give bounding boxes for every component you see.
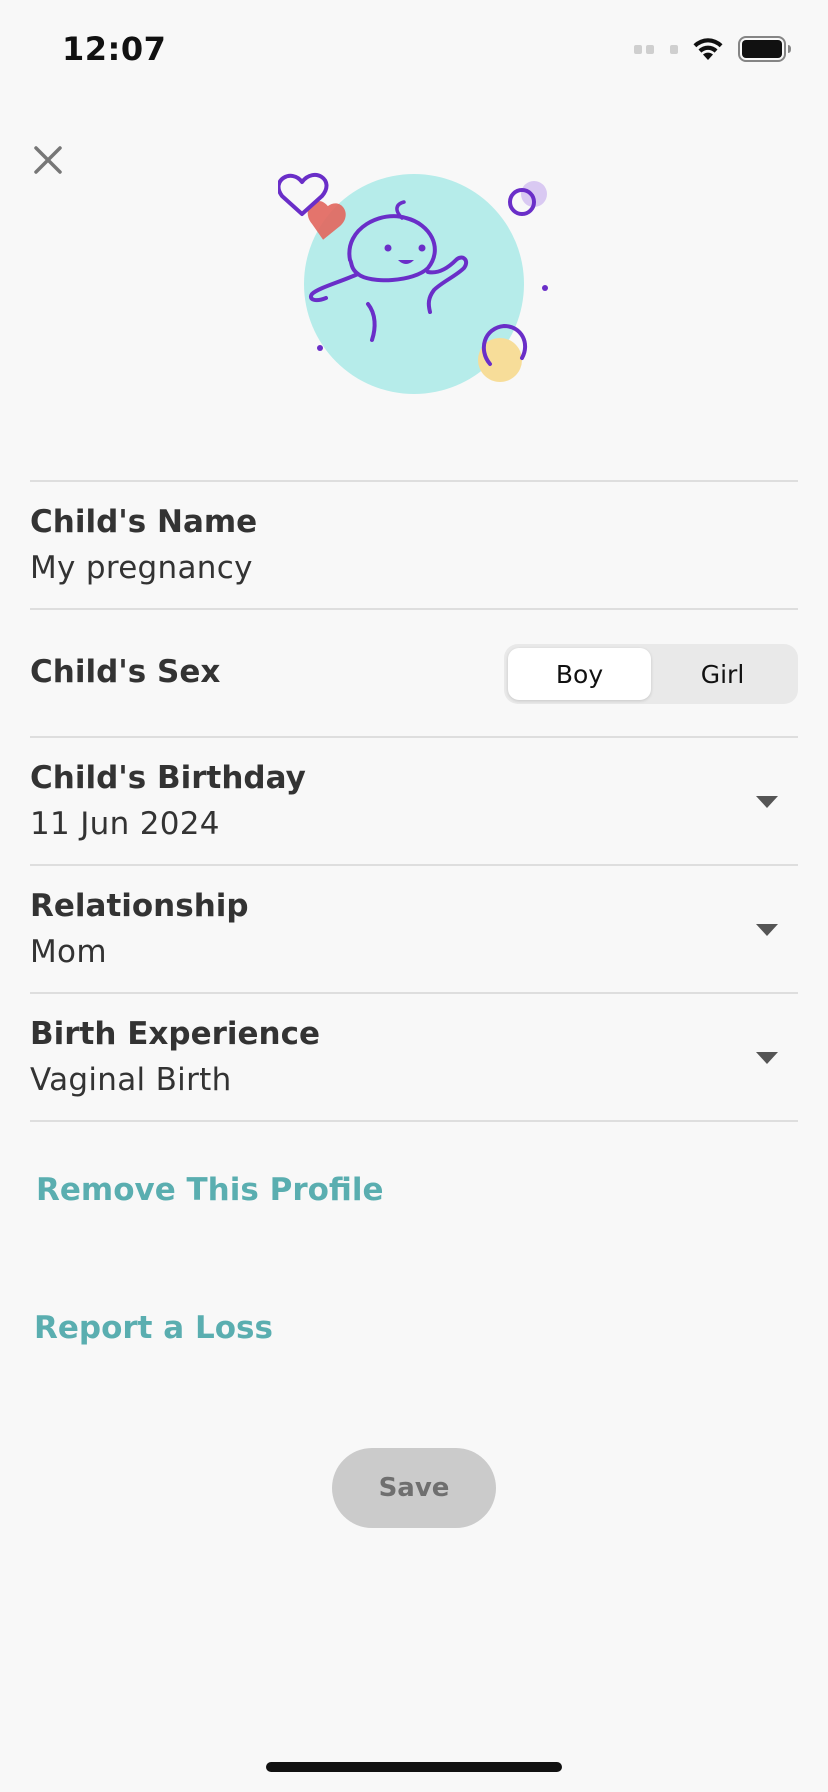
birth-experience-field[interactable]: Birth Experience Vaginal Birth — [30, 994, 798, 1120]
sex-segmented-control[interactable]: Boy Girl — [504, 644, 798, 704]
chevron-down-icon[interactable] — [756, 1052, 778, 1064]
sex-option-girl[interactable]: Girl — [651, 648, 794, 700]
wifi-icon — [693, 38, 723, 60]
child-birthday-value: 11 Jun 2024 — [30, 806, 220, 842]
relationship-field[interactable]: Relationship Mom — [30, 866, 798, 992]
close-button[interactable] — [28, 140, 68, 180]
home-indicator[interactable] — [266, 1762, 562, 1772]
battery-icon — [738, 36, 791, 62]
status-icons — [634, 34, 792, 64]
child-birthday-field[interactable]: Child's Birthday 11 Jun 2024 — [30, 738, 798, 864]
child-sex-label: Child's Sex — [30, 654, 221, 690]
child-name-value[interactable]: My pregnancy — [30, 550, 253, 586]
child-birthday-label: Child's Birthday — [30, 760, 306, 796]
relationship-value: Mom — [30, 934, 107, 970]
profile-form: Child's Name My pregnancy Child's Sex Bo… — [30, 480, 798, 1122]
sex-option-boy[interactable]: Boy — [508, 648, 651, 700]
report-loss-link[interactable]: Report a Loss — [34, 1310, 273, 1346]
child-sex-field: Child's Sex Boy Girl — [30, 610, 798, 736]
save-button[interactable]: Save — [332, 1448, 496, 1528]
divider — [30, 1120, 798, 1122]
status-time: 12:07 — [62, 30, 167, 68]
child-name-field[interactable]: Child's Name My pregnancy — [30, 482, 798, 608]
close-icon — [34, 146, 62, 174]
edit-child-profile-screen: 12:07 Child's Name My pregnancy Child's … — [0, 0, 828, 1792]
child-name-label: Child's Name — [30, 504, 258, 540]
chevron-down-icon[interactable] — [756, 924, 778, 936]
chevron-down-icon[interactable] — [756, 796, 778, 808]
cellular-signal-icon — [634, 44, 678, 54]
birth-experience-value: Vaginal Birth — [30, 1062, 232, 1098]
remove-profile-link[interactable]: Remove This Profile — [36, 1172, 384, 1208]
birth-experience-label: Birth Experience — [30, 1016, 321, 1052]
relationship-label: Relationship — [30, 888, 249, 924]
baby-illustration — [278, 172, 548, 394]
